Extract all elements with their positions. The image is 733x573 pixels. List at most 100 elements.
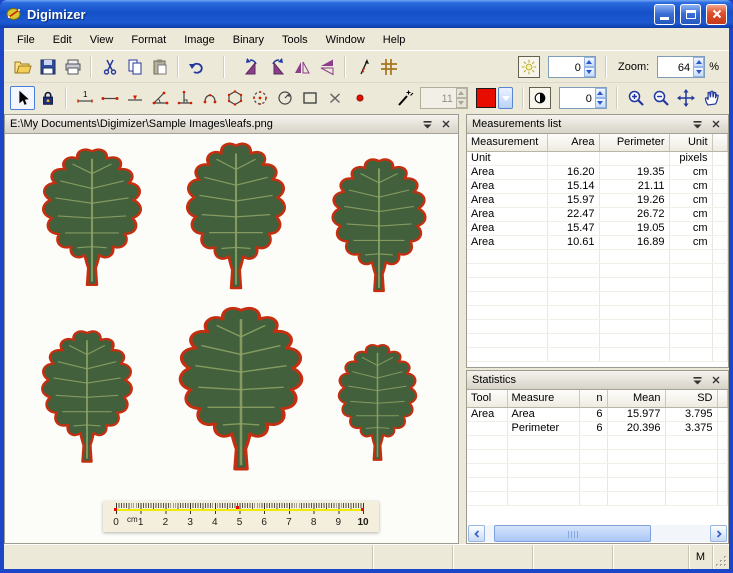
- print-button[interactable]: [60, 55, 85, 79]
- panel-menu-button[interactable]: [420, 117, 435, 131]
- point-tool-button[interactable]: [347, 86, 372, 110]
- table-row[interactable]: Area15.1421.11cm: [467, 179, 728, 193]
- angle-tool-button[interactable]: [147, 86, 172, 110]
- image-canvas[interactable]: 0 cm 1 2 3 4 5 6 7 8 9 10: [5, 134, 458, 543]
- table-row[interactable]: Unitpixels: [467, 151, 728, 165]
- marker-tool-button[interactable]: [122, 86, 147, 110]
- pan-button[interactable]: [698, 86, 723, 110]
- menu-help[interactable]: Help: [374, 30, 415, 49]
- arc-tool-button[interactable]: [272, 86, 297, 110]
- contrast-button[interactable]: [529, 87, 551, 109]
- magic-wand-button[interactable]: [393, 86, 416, 110]
- rectangle-tool-button[interactable]: [297, 86, 322, 110]
- calibration-endpoint[interactable]: [114, 508, 117, 511]
- tolerance-up-button[interactable]: [456, 88, 467, 98]
- menu-image[interactable]: Image: [175, 30, 224, 49]
- table-row[interactable]: Area15.4719.05cm: [467, 221, 728, 235]
- column-header[interactable]: n: [579, 390, 607, 407]
- brightness-up-button[interactable]: [584, 57, 595, 67]
- zoom-down-button[interactable]: [693, 67, 704, 77]
- calibration-endpoint[interactable]: [361, 508, 364, 511]
- menu-window[interactable]: Window: [317, 30, 374, 49]
- column-header[interactable]: Mean: [607, 390, 665, 407]
- measurements-titlebar[interactable]: Measurements list: [467, 115, 728, 134]
- rotate-right-button[interactable]: [264, 55, 289, 79]
- scrollbar-track[interactable]: [651, 525, 710, 542]
- statistics-titlebar[interactable]: Statistics: [467, 371, 728, 390]
- panel-menu-button[interactable]: [690, 373, 705, 387]
- flip-vertical-button[interactable]: [314, 55, 339, 79]
- maximize-button[interactable]: [680, 4, 701, 25]
- panel-close-button[interactable]: [708, 117, 723, 131]
- scroll-right-button[interactable]: [710, 525, 727, 542]
- table-row[interactable]: Area15.9719.26cm: [467, 193, 728, 207]
- tolerance-down-button[interactable]: [456, 98, 467, 108]
- contrast-up-button[interactable]: [595, 88, 606, 98]
- column-header[interactable]: Unit: [669, 134, 712, 151]
- brightness-button[interactable]: [518, 56, 540, 78]
- undo-button[interactable]: [184, 55, 209, 79]
- close-button[interactable]: [706, 4, 727, 25]
- table-row[interactable]: Area22.4726.72cm: [467, 207, 728, 221]
- menu-edit[interactable]: Edit: [44, 30, 81, 49]
- menu-view[interactable]: View: [81, 30, 123, 49]
- image-panel-titlebar[interactable]: E:\My Documents\Digimizer\Sample Images\…: [5, 115, 458, 134]
- column-header[interactable]: Measurement: [467, 134, 547, 151]
- panel-close-button[interactable]: [708, 373, 723, 387]
- calibration-midpoint[interactable]: [236, 506, 239, 509]
- ellipse-tool-button[interactable]: [247, 86, 272, 110]
- column-header[interactable]: Tool: [467, 390, 507, 407]
- calibrate-tool-button[interactable]: 1: [72, 86, 97, 110]
- column-header[interactable]: Area: [547, 134, 599, 151]
- table-row[interactable]: Perimeter620.3963.375: [467, 421, 728, 435]
- perpendicular-tool-button[interactable]: [172, 86, 197, 110]
- table-row[interactable]: Area10.6116.89cm: [467, 235, 728, 249]
- column-header[interactable]: Perimeter: [599, 134, 669, 151]
- brightness-input[interactable]: [549, 57, 584, 77]
- path-tool-button[interactable]: [197, 86, 222, 110]
- crop-marks-button[interactable]: [376, 55, 401, 79]
- panel-splitter[interactable]: [459, 114, 466, 544]
- flip-horizontal-button[interactable]: [289, 55, 314, 79]
- menu-format[interactable]: Format: [122, 30, 175, 49]
- column-header[interactable]: SD: [665, 390, 717, 407]
- tolerance-input[interactable]: [421, 88, 456, 108]
- panel-close-button[interactable]: [438, 117, 453, 131]
- rotate-left-button[interactable]: [239, 55, 264, 79]
- panel-menu-button[interactable]: [690, 117, 705, 131]
- calibration-line[interactable]: [116, 509, 363, 511]
- menu-tools[interactable]: Tools: [273, 30, 317, 49]
- table-row[interactable]: AreaArea615.9773.795: [467, 407, 728, 421]
- table-row[interactable]: Area16.2019.35cm: [467, 165, 728, 179]
- lock-tool-button[interactable]: [35, 86, 60, 110]
- column-header[interactable]: Measure: [507, 390, 579, 407]
- fit-move-button[interactable]: [673, 86, 698, 110]
- save-button[interactable]: [35, 55, 60, 79]
- zoom-up-button[interactable]: [693, 57, 704, 67]
- select-tool-button[interactable]: [10, 86, 35, 110]
- paste-button[interactable]: [147, 55, 172, 79]
- brightness-down-button[interactable]: [584, 67, 595, 77]
- titlebar[interactable]: Digimizer: [0, 0, 733, 28]
- zoom-input[interactable]: [658, 57, 693, 77]
- contrast-input[interactable]: [560, 88, 595, 108]
- zoom-out-button[interactable]: [648, 86, 673, 110]
- minimize-button[interactable]: [654, 4, 675, 25]
- color-swatch[interactable]: [476, 88, 496, 108]
- open-button[interactable]: [10, 55, 35, 79]
- line-tool-button[interactable]: [97, 86, 122, 110]
- scrollbar-thumb[interactable]: [494, 525, 651, 542]
- delete-marker-button[interactable]: [322, 86, 347, 110]
- contrast-down-button[interactable]: [595, 98, 606, 108]
- horizontal-scrollbar[interactable]: [468, 525, 727, 542]
- color-dropdown-button[interactable]: [498, 87, 513, 109]
- cut-button[interactable]: [97, 55, 122, 79]
- scroll-left-button[interactable]: [468, 525, 485, 542]
- resize-grip[interactable]: [713, 545, 729, 569]
- copy-button[interactable]: [122, 55, 147, 79]
- menu-binary[interactable]: Binary: [224, 30, 273, 49]
- measure-line-button[interactable]: [351, 55, 376, 79]
- zoom-in-button[interactable]: [623, 86, 648, 110]
- polygon-tool-button[interactable]: [222, 86, 247, 110]
- menu-file[interactable]: File: [8, 30, 44, 49]
